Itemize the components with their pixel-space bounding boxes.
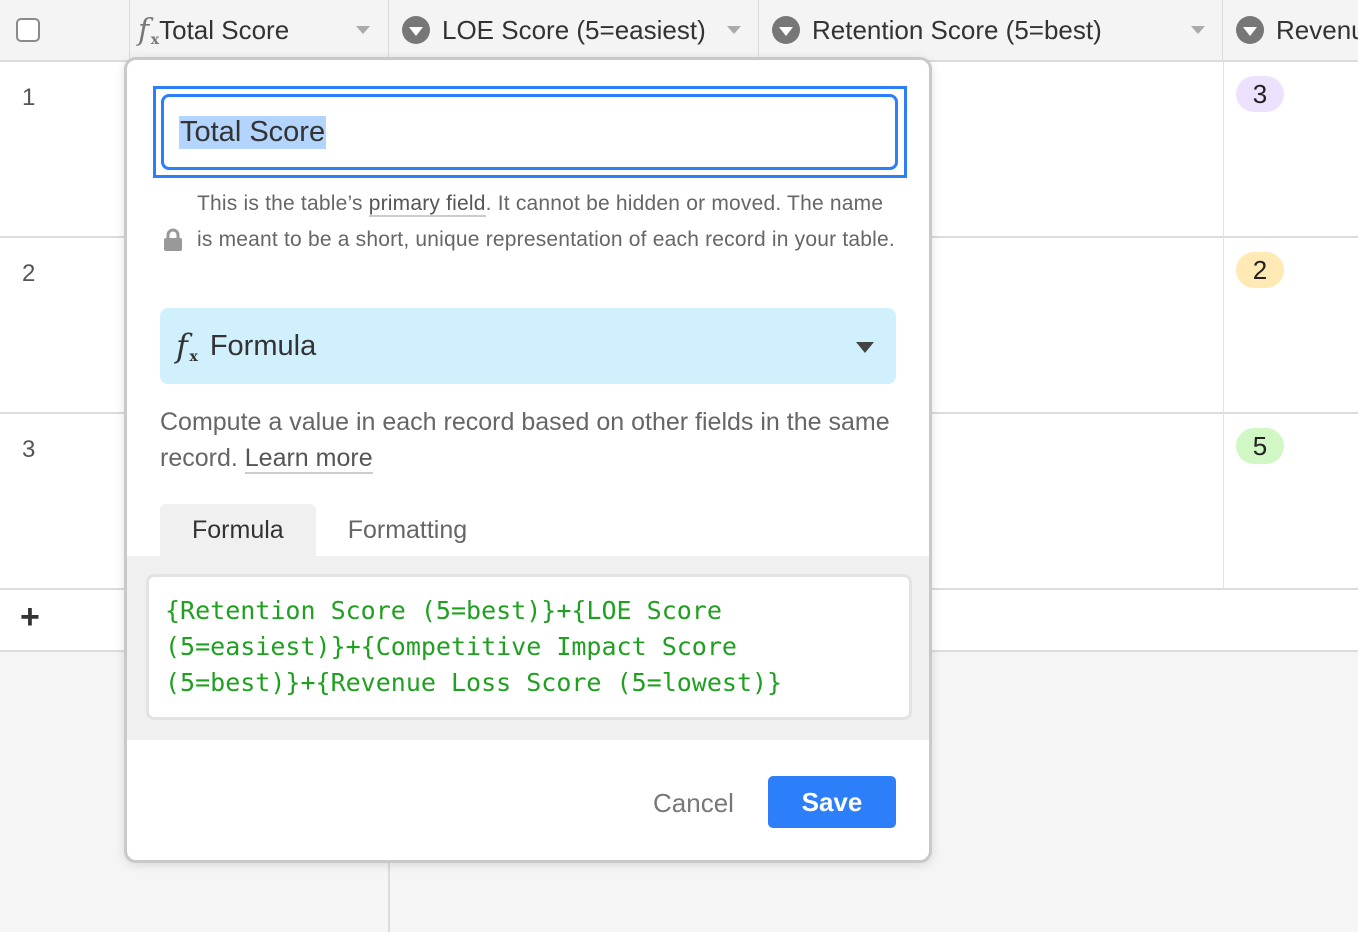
- single-select-icon: [402, 16, 430, 44]
- grid-view: fx Total Score LOE Score (5=easiest) Ret…: [0, 0, 1358, 932]
- row-number: 3: [22, 436, 36, 463]
- chevron-down-icon: [856, 342, 874, 353]
- chevron-down-icon[interactable]: [727, 26, 741, 34]
- save-button[interactable]: Save: [768, 776, 896, 828]
- select-all-cell: [0, 0, 130, 60]
- primary-field-note: This is the table’s primary field. It ca…: [197, 186, 897, 258]
- column-divider: [1223, 62, 1224, 590]
- lock-icon: [164, 228, 182, 251]
- primary-field-link[interactable]: primary field: [368, 192, 486, 217]
- cancel-button[interactable]: Cancel: [653, 788, 734, 819]
- learn-more-link[interactable]: Learn more: [244, 444, 373, 474]
- column-header-label: LOE Score (5=easiest): [442, 14, 706, 45]
- field-name-input[interactable]: Total Score: [161, 94, 898, 170]
- status-badge: 5: [1236, 428, 1284, 464]
- row-number: 2: [22, 260, 36, 287]
- column-header-revenue[interactable]: Revenu: [1223, 0, 1358, 60]
- note-text: This is the table’s: [197, 192, 369, 215]
- field-type-description: Compute a value in each record based on …: [160, 404, 900, 476]
- column-header-total-score[interactable]: fx Total Score: [130, 0, 389, 60]
- status-badge: 2: [1236, 252, 1284, 288]
- column-header-retention-score[interactable]: Retention Score (5=best): [759, 0, 1223, 60]
- status-badge: 3: [1236, 76, 1284, 112]
- single-select-icon: [772, 16, 800, 44]
- field-config-popup: Total Score This is the table’s primary …: [124, 57, 932, 863]
- single-select-icon: [1236, 16, 1264, 44]
- grid-header: fx Total Score LOE Score (5=easiest) Ret…: [0, 0, 1358, 62]
- formula-icon: fx: [138, 12, 160, 48]
- formula-editor[interactable]: {Retention Score (5=best)}+{LOE Score (5…: [146, 574, 912, 720]
- field-type-select[interactable]: fx Formula: [160, 308, 896, 384]
- field-name-focus-ring: Total Score: [153, 86, 907, 178]
- config-tabs: Formula Formatting: [160, 504, 499, 556]
- chevron-down-icon[interactable]: [356, 26, 370, 34]
- column-header-label: Revenu: [1276, 14, 1358, 45]
- tab-formula[interactable]: Formula: [160, 504, 316, 556]
- chevron-down-icon[interactable]: [1191, 26, 1205, 34]
- column-header-loe-score[interactable]: LOE Score (5=easiest): [389, 0, 759, 60]
- formula-icon: fx: [176, 327, 198, 365]
- column-header-label: Total Score: [159, 14, 290, 45]
- plus-icon: +: [20, 598, 40, 636]
- formula-panel: {Retention Score (5=best)}+{LOE Score (5…: [127, 556, 929, 740]
- field-name-text: Total Score: [179, 115, 327, 149]
- field-type-label: Formula: [209, 329, 317, 362]
- row-number: 1: [22, 84, 36, 111]
- tab-formatting[interactable]: Formatting: [316, 504, 499, 556]
- select-all-checkbox[interactable]: [16, 18, 40, 42]
- column-header-label: Retention Score (5=best): [812, 14, 1102, 45]
